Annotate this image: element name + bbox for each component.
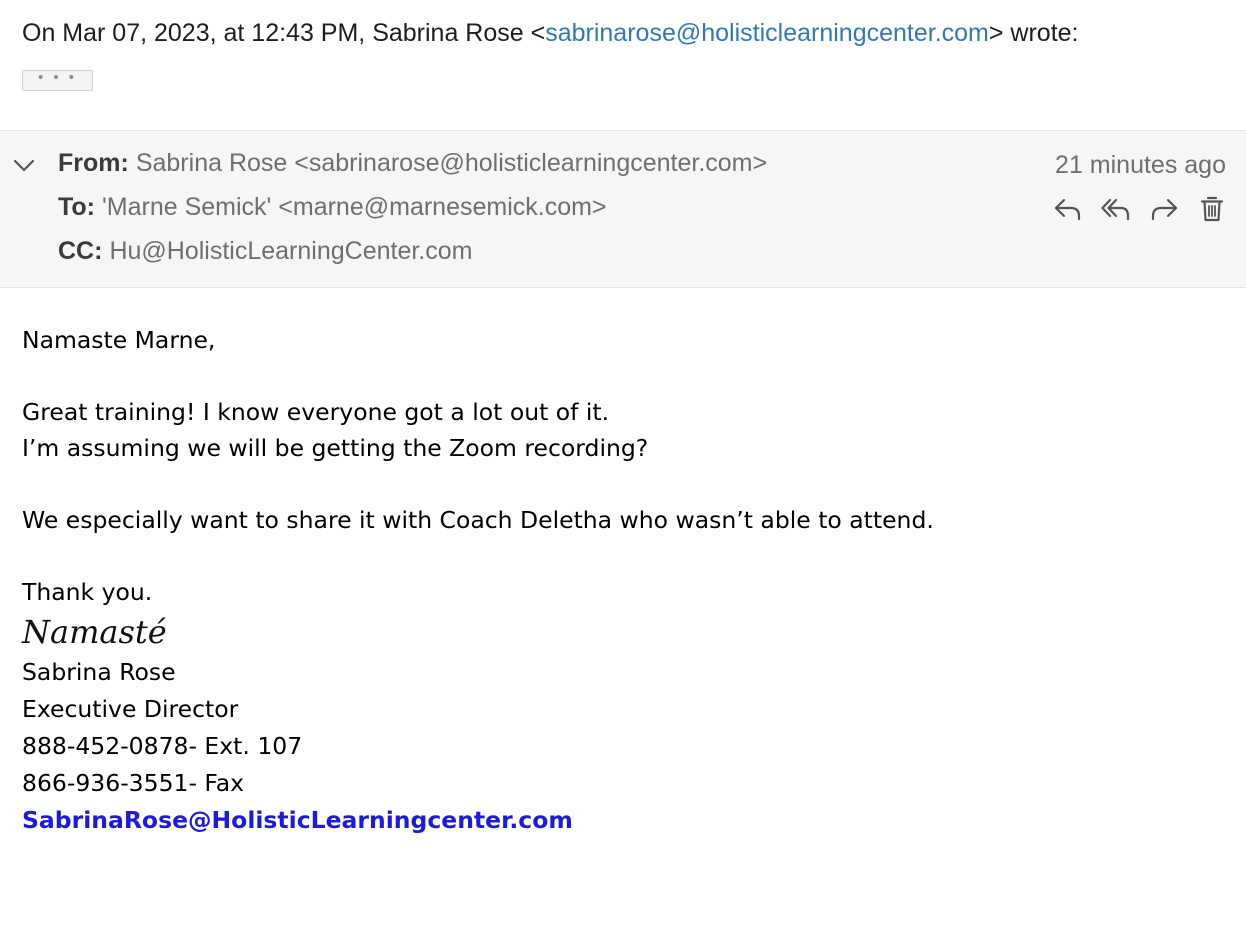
cc-row: CC: Hu@HolisticLearningCenter.com xyxy=(58,235,472,267)
quoted-suffix: > wrote: xyxy=(988,19,1079,47)
quoted-reply-header: On Mar 07, 2023, at 12:43 PM, Sabrina Ro… xyxy=(22,14,1079,52)
trash-icon[interactable] xyxy=(1196,193,1228,225)
signature-title: Executive Director xyxy=(22,695,239,723)
forward-icon[interactable] xyxy=(1148,193,1180,225)
signature-name: Sabrina Rose xyxy=(22,658,176,686)
to-label: To: xyxy=(58,193,96,221)
to-row: To: 'Marne Semick' <marne@marnesemick.com… xyxy=(58,191,607,223)
message-actions xyxy=(1052,193,1228,225)
body-line: We especially want to share it with Coac… xyxy=(22,506,934,534)
signature-fax: 866-936-3551- Fax xyxy=(22,769,245,797)
signature-script: Namasté xyxy=(22,613,167,651)
quoted-prefix: On Mar 07, 2023, at 12:43 PM, Sabrina Ro… xyxy=(22,19,546,47)
signature-phone: 888-452-0878- Ext. 107 xyxy=(22,732,303,760)
signature-email-link[interactable]: SabrinaRose@HolisticLearningcenter.com xyxy=(22,802,573,839)
cc-value[interactable]: Hu@HolisticLearningCenter.com xyxy=(109,237,472,265)
closing: Thank you. xyxy=(22,578,153,606)
reply-all-icon[interactable] xyxy=(1100,193,1132,225)
reply-icon[interactable] xyxy=(1052,193,1084,225)
greeting: Namaste Marne, xyxy=(22,326,216,354)
body-line: Great training! I know everyone got a lo… xyxy=(22,398,610,426)
cc-label: CC: xyxy=(58,237,103,265)
message-body: Namaste Marne, Great training! I know ev… xyxy=(22,322,934,839)
from-row: From: Sabrina Rose <sabrinarose@holisticl… xyxy=(58,147,767,179)
quoted-sender-email-link[interactable]: sabrinarose@holisticlearningcenter.com xyxy=(545,19,989,47)
to-value[interactable]: 'Marne Semick' <marne@marnesemick.com> xyxy=(102,193,607,221)
from-label: From: xyxy=(58,149,129,177)
body-line: I’m assuming we will be getting the Zoom… xyxy=(22,434,649,462)
show-quoted-text-button[interactable]: • • • xyxy=(22,70,93,91)
message-header: From: Sabrina Rose <sabrinarose@holisticl… xyxy=(0,130,1246,288)
from-value[interactable]: Sabrina Rose <sabrinarose@holisticlearni… xyxy=(136,149,767,177)
message-timestamp: 21 minutes ago xyxy=(1055,151,1226,179)
chevron-down-icon[interactable] xyxy=(12,155,36,175)
